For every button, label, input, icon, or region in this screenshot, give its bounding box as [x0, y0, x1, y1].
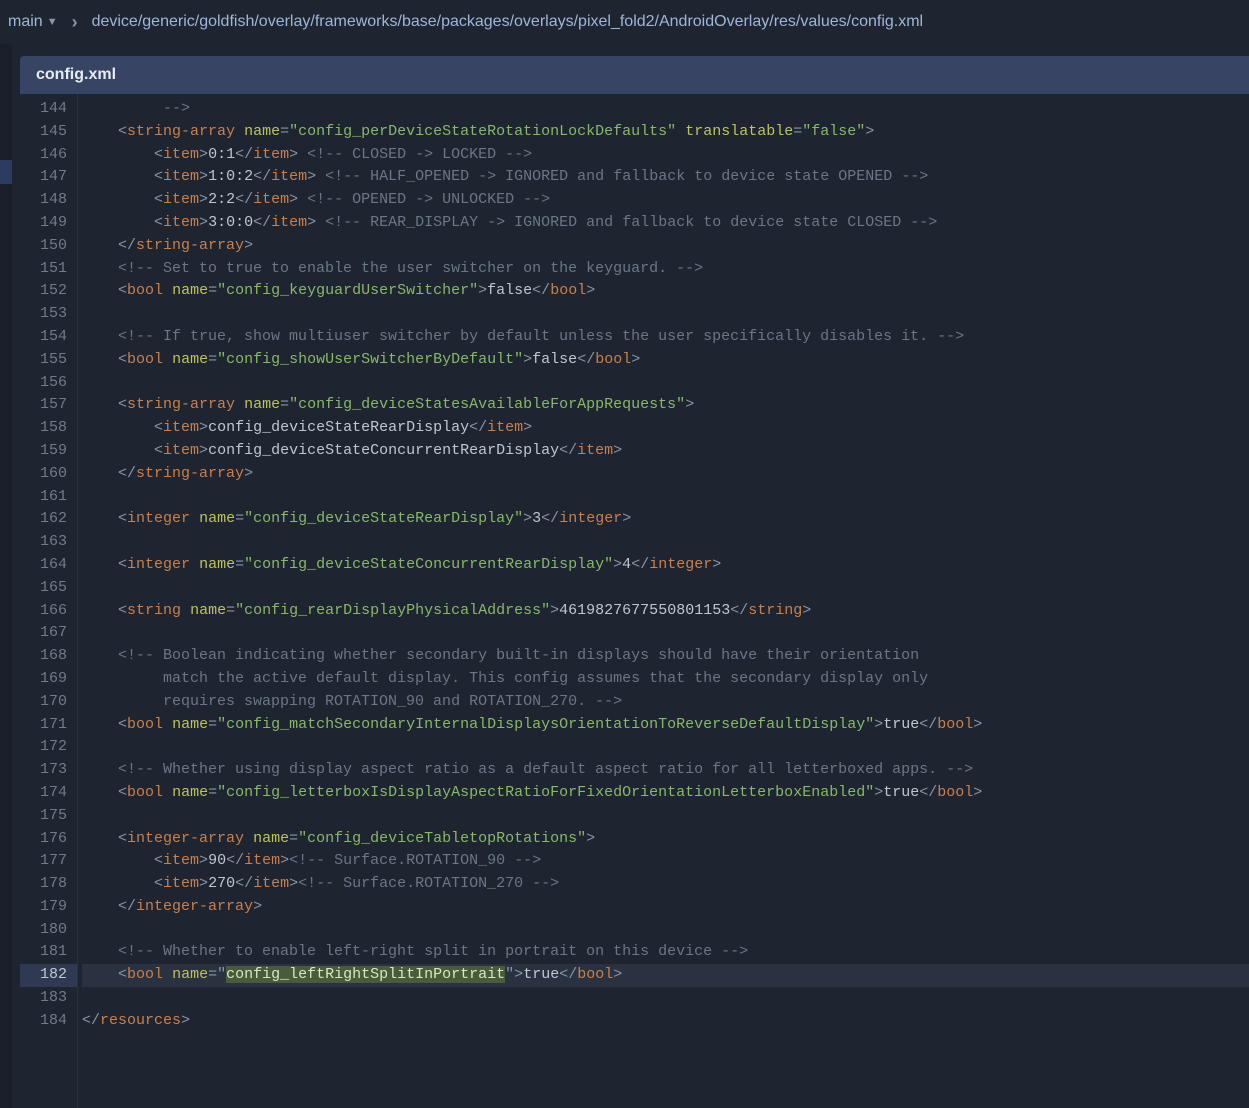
- code-line[interactable]: [82, 919, 1249, 942]
- line-number[interactable]: 148: [20, 189, 77, 212]
- line-number[interactable]: 173: [20, 759, 77, 782]
- line-number[interactable]: 146: [20, 144, 77, 167]
- tab-bar: config.xml: [20, 56, 1249, 94]
- line-number[interactable]: 181: [20, 941, 77, 964]
- line-number[interactable]: 165: [20, 577, 77, 600]
- code-line[interactable]: </integer-array>: [82, 896, 1249, 919]
- line-number[interactable]: 168: [20, 645, 77, 668]
- code-line[interactable]: <bool name="config_matchSecondaryInterna…: [82, 714, 1249, 737]
- code-line[interactable]: match the active default display. This c…: [82, 668, 1249, 691]
- line-number[interactable]: 184: [20, 1010, 77, 1033]
- line-number[interactable]: 162: [20, 508, 77, 531]
- code-line[interactable]: </string-array>: [82, 235, 1249, 258]
- rail-marker[interactable]: [0, 160, 12, 184]
- code-line[interactable]: <item>3:0:0</item> <!-- REAR_DISPLAY -> …: [82, 212, 1249, 235]
- line-number[interactable]: 147: [20, 166, 77, 189]
- line-number[interactable]: 156: [20, 372, 77, 395]
- line-number[interactable]: 167: [20, 622, 77, 645]
- code-line[interactable]: <!-- Whether to enable left-right split …: [82, 941, 1249, 964]
- line-number[interactable]: 149: [20, 212, 77, 235]
- code-line[interactable]: <!-- Set to true to enable the user swit…: [82, 258, 1249, 281]
- line-number[interactable]: 174: [20, 782, 77, 805]
- line-number[interactable]: 157: [20, 394, 77, 417]
- code-content[interactable]: --> <string-array name="config_perDevice…: [78, 94, 1249, 1108]
- code-line[interactable]: <item>270</item><!-- Surface.ROTATION_27…: [82, 873, 1249, 896]
- line-number[interactable]: 155: [20, 349, 77, 372]
- line-number[interactable]: 164: [20, 554, 77, 577]
- line-number[interactable]: 170: [20, 691, 77, 714]
- code-line[interactable]: [82, 531, 1249, 554]
- code-line[interactable]: <!-- Whether using display aspect ratio …: [82, 759, 1249, 782]
- code-line[interactable]: -->: [82, 98, 1249, 121]
- code-line[interactable]: <integer name="config_deviceStateRearDis…: [82, 508, 1249, 531]
- code-line[interactable]: <item>config_deviceStateRearDisplay</ite…: [82, 417, 1249, 440]
- code-line[interactable]: requires swapping ROTATION_90 and ROTATI…: [82, 691, 1249, 714]
- line-number[interactable]: 152: [20, 280, 77, 303]
- line-number[interactable]: 154: [20, 326, 77, 349]
- code-line[interactable]: [82, 577, 1249, 600]
- code-line[interactable]: <bool name="config_leftRightSplitInPortr…: [82, 964, 1249, 987]
- chevron-right-icon: ›: [72, 12, 78, 33]
- code-line[interactable]: <item>0:1</item> <!-- CLOSED -> LOCKED -…: [82, 144, 1249, 167]
- tab-config-xml[interactable]: config.xml: [20, 66, 132, 84]
- code-line[interactable]: <integer name="config_deviceStateConcurr…: [82, 554, 1249, 577]
- branch-selector[interactable]: main ▼: [8, 13, 58, 31]
- line-number[interactable]: 158: [20, 417, 77, 440]
- line-number[interactable]: 151: [20, 258, 77, 281]
- code-line[interactable]: [82, 805, 1249, 828]
- code-line[interactable]: </string-array>: [82, 463, 1249, 486]
- breadcrumb-bar: main ▼ › device/generic/goldfish/overlay…: [0, 0, 1249, 44]
- code-line[interactable]: <item>90</item><!-- Surface.ROTATION_90 …: [82, 850, 1249, 873]
- line-number[interactable]: 172: [20, 736, 77, 759]
- line-number[interactable]: 183: [20, 987, 77, 1010]
- line-number[interactable]: 182: [20, 964, 77, 987]
- code-line[interactable]: <item>2:2</item> <!-- OPENED -> UNLOCKED…: [82, 189, 1249, 212]
- line-number[interactable]: 160: [20, 463, 77, 486]
- code-line[interactable]: [82, 486, 1249, 509]
- code-line[interactable]: <bool name="config_showUserSwitcherByDef…: [82, 349, 1249, 372]
- line-number[interactable]: 153: [20, 303, 77, 326]
- code-line[interactable]: <item>1:0:2</item> <!-- HALF_OPENED -> I…: [82, 166, 1249, 189]
- code-line[interactable]: [82, 736, 1249, 759]
- line-number[interactable]: 171: [20, 714, 77, 737]
- code-line[interactable]: <string-array name="config_perDeviceStat…: [82, 121, 1249, 144]
- line-number-gutter[interactable]: 1441451461471481491501511521531541551561…: [20, 94, 78, 1108]
- line-number[interactable]: 163: [20, 531, 77, 554]
- code-line[interactable]: <bool name="config_letterboxIsDisplayAsp…: [82, 782, 1249, 805]
- file-path[interactable]: device/generic/goldfish/overlay/framewor…: [92, 13, 924, 31]
- code-line[interactable]: [82, 303, 1249, 326]
- code-line[interactable]: </resources>: [82, 1010, 1249, 1033]
- code-line[interactable]: <bool name="config_keyguardUserSwitcher"…: [82, 280, 1249, 303]
- line-number[interactable]: 177: [20, 850, 77, 873]
- code-area[interactable]: 1441451461471481491501511521531541551561…: [20, 94, 1249, 1108]
- line-number[interactable]: 169: [20, 668, 77, 691]
- code-line[interactable]: <integer-array name="config_deviceTablet…: [82, 828, 1249, 851]
- line-number[interactable]: 161: [20, 486, 77, 509]
- code-line[interactable]: [82, 372, 1249, 395]
- annotation-rail: [0, 44, 12, 1108]
- line-number[interactable]: 145: [20, 121, 77, 144]
- line-number[interactable]: 166: [20, 600, 77, 623]
- code-line[interactable]: <string name="config_rearDisplayPhysical…: [82, 600, 1249, 623]
- code-line[interactable]: [82, 622, 1249, 645]
- line-number[interactable]: 144: [20, 98, 77, 121]
- code-line[interactable]: <!-- Boolean indicating whether secondar…: [82, 645, 1249, 668]
- code-line[interactable]: <!-- If true, show multiuser switcher by…: [82, 326, 1249, 349]
- line-number[interactable]: 179: [20, 896, 77, 919]
- code-line[interactable]: <item>config_deviceStateConcurrentRearDi…: [82, 440, 1249, 463]
- line-number[interactable]: 176: [20, 828, 77, 851]
- line-number[interactable]: 150: [20, 235, 77, 258]
- line-number[interactable]: 175: [20, 805, 77, 828]
- code-line[interactable]: [82, 987, 1249, 1010]
- branch-name: main: [8, 13, 43, 31]
- line-number[interactable]: 159: [20, 440, 77, 463]
- chevron-down-icon: ▼: [47, 16, 58, 28]
- line-number[interactable]: 178: [20, 873, 77, 896]
- line-number[interactable]: 180: [20, 919, 77, 942]
- editor: config.xml 14414514614714814915015115215…: [20, 56, 1249, 1108]
- code-line[interactable]: <string-array name="config_deviceStatesA…: [82, 394, 1249, 417]
